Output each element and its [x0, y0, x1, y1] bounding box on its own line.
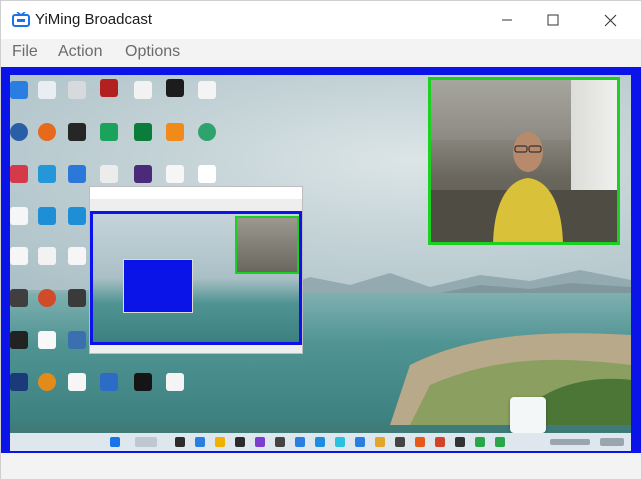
- desktop-icon: [10, 81, 28, 99]
- menu-options[interactable]: Options: [125, 43, 180, 61]
- desktop-icon: [134, 373, 152, 391]
- desktop-icon: [166, 373, 184, 391]
- menu-bar: File Action Options: [1, 39, 641, 65]
- clock: [600, 438, 624, 446]
- desktop-icon: [68, 123, 86, 141]
- desktop-icon: [68, 247, 86, 265]
- desktop-icon: [68, 207, 86, 225]
- taskbar-icon: [395, 437, 405, 447]
- desktop-icon: [10, 373, 28, 391]
- minimize-icon: [502, 19, 512, 21]
- desktop-icon: [166, 79, 184, 97]
- desktop-icon: [134, 165, 152, 183]
- desktop-icon: [68, 331, 86, 349]
- nested-desktop: [93, 214, 299, 342]
- taskbar-icon: [335, 437, 345, 447]
- broadcast-preview: [1, 67, 641, 453]
- window-title: YiMing Broadcast: [35, 11, 152, 28]
- taskbar-icon: [475, 437, 485, 447]
- nested-preview: [90, 211, 302, 345]
- taskbar-icon: [495, 437, 505, 447]
- taskbar-icon: [375, 437, 385, 447]
- taskbar-icon: [295, 437, 305, 447]
- desktop-icon: [10, 289, 28, 307]
- tv-icon: [12, 12, 30, 27]
- desktop-icon: [38, 207, 56, 225]
- desktop-icon: [100, 165, 118, 183]
- title-bar[interactable]: YiMing Broadcast: [1, 1, 641, 39]
- webcam-overlay: [428, 77, 620, 245]
- taskbar-icon: [415, 437, 425, 447]
- desktop-icon: [68, 289, 86, 307]
- desktop-icon: [68, 81, 86, 99]
- close-icon: [604, 14, 616, 26]
- close-button[interactable]: [587, 1, 633, 39]
- desktop-icon: [166, 123, 184, 141]
- status-bar: [1, 453, 641, 479]
- taskbar-icon: [455, 437, 465, 447]
- desktop-icon: [38, 289, 56, 307]
- desktop-icon: [198, 123, 216, 141]
- desktop-icon: [134, 123, 152, 141]
- minimize-button[interactable]: [484, 1, 530, 39]
- taskbar-icon: [175, 437, 185, 447]
- taskbar-icon: [215, 437, 225, 447]
- desktop-icon: [198, 81, 216, 99]
- nested-cam-2: [235, 216, 299, 274]
- desktop-icon: [100, 373, 118, 391]
- maximize-button[interactable]: [530, 1, 576, 39]
- app-window: YiMing Broadcast File Action Options: [0, 0, 642, 479]
- taskbar-icon: [235, 437, 245, 447]
- desktop-icon: [10, 207, 28, 225]
- nested-app-window: [89, 186, 303, 354]
- taskbar-icon: [135, 437, 157, 447]
- menu-file[interactable]: File: [12, 43, 38, 61]
- desktop-icon: [38, 81, 56, 99]
- taskbar-icon: [315, 437, 325, 447]
- maximize-icon: [547, 14, 559, 26]
- desktop-icon: [100, 123, 118, 141]
- desktop-icon: [38, 373, 56, 391]
- taskbar-icon: [255, 437, 265, 447]
- desktop-icon: [10, 331, 28, 349]
- menu-action[interactable]: Action: [58, 43, 102, 61]
- taskbar-icon: [275, 437, 285, 447]
- desktop-icon: [10, 247, 28, 265]
- desktop-icon: [38, 165, 56, 183]
- desktop-icon: [68, 373, 86, 391]
- desktop-icon: [10, 123, 28, 141]
- tray-icons: [550, 439, 590, 445]
- nested-window-2: [123, 259, 193, 313]
- start-icon: [110, 437, 120, 447]
- desktop-icon: [38, 123, 56, 141]
- tray-popup: [510, 397, 546, 433]
- desktop-icon: [134, 81, 152, 99]
- nested-menu-bar: [90, 199, 302, 209]
- desktop-icon: [38, 247, 56, 265]
- taskbar-icon: [195, 437, 205, 447]
- desktop-icon: [38, 331, 56, 349]
- cam-window: [571, 80, 617, 190]
- taskbar-icon: [435, 437, 445, 447]
- nested-title-bar: [90, 187, 302, 199]
- taskbar-icon: [355, 437, 365, 447]
- desktop-icon: [198, 165, 216, 183]
- desktop-icon: [166, 165, 184, 183]
- desktop-icon: [100, 79, 118, 97]
- desktop-icon: [10, 165, 28, 183]
- webcam-person: [493, 132, 563, 242]
- desktop-icon: [68, 165, 86, 183]
- captured-taskbar: [10, 433, 631, 451]
